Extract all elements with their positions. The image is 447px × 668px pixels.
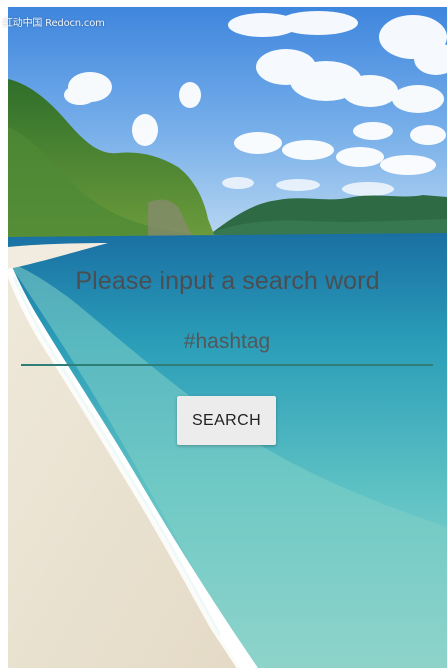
search-button[interactable]: SEARCH — [177, 396, 276, 445]
watermark-text: 红动中国 Redocn.com — [3, 18, 105, 29]
search-field — [21, 320, 433, 368]
app-screen: 红动中国 Redocn.com Please input a search wo… — [0, 0, 447, 668]
search-input-underline — [21, 364, 433, 366]
search-input[interactable] — [21, 320, 433, 364]
search-prompt-label: Please input a search word — [75, 267, 380, 295]
